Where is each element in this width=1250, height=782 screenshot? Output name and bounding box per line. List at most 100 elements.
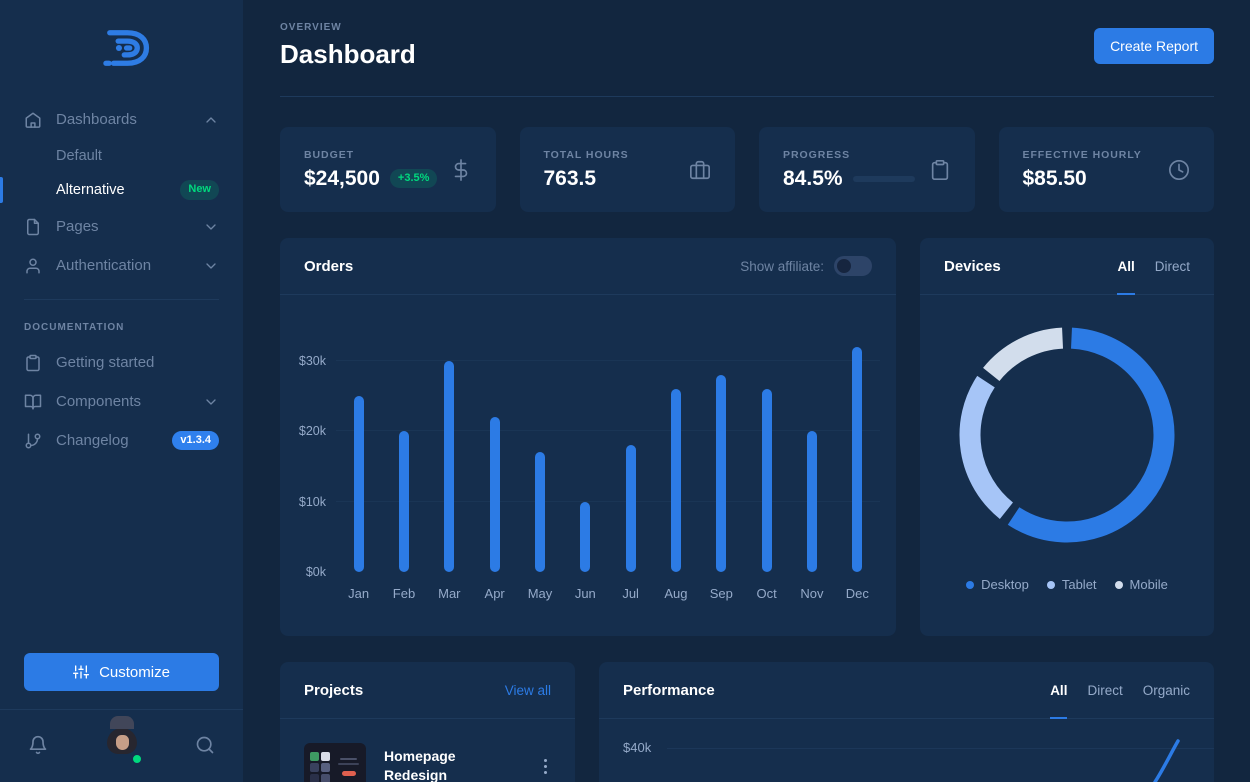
performance-card-title: Performance: [623, 682, 715, 699]
sidebar-item-pages[interactable]: Pages: [0, 207, 243, 246]
x-axis-tick-label: Mar: [427, 586, 472, 601]
x-axis-tick-label: Sep: [699, 586, 744, 601]
devices-tabs: All Direct: [1117, 238, 1190, 294]
sliders-icon: [73, 664, 89, 680]
app-logo[interactable]: [0, 22, 243, 100]
toggle-knob: [837, 259, 851, 273]
sidebar-item-components[interactable]: Components: [0, 382, 243, 421]
bar-jun: [563, 340, 608, 572]
customize-button[interactable]: Customize: [24, 653, 219, 691]
stat-content: BUDGET$24,500+3.5%: [304, 149, 437, 191]
bar-aug: [653, 340, 698, 572]
project-list-item[interactable]: Homepage Redesign: [280, 719, 575, 782]
legend-dot: [966, 581, 974, 589]
stat-label: BUDGET: [304, 149, 437, 161]
y-axis-tick-label: $10k: [299, 495, 326, 509]
main-content: OVERVIEW Dashboard Create Report BUDGET$…: [243, 0, 1250, 782]
online-status-dot: [131, 753, 143, 765]
legend-dot: [1047, 581, 1055, 589]
orders-card: Orders Show affiliate: $0k $10k $20k $30k J…: [280, 238, 896, 636]
sidebar-item-getting-started[interactable]: Getting started: [0, 343, 243, 382]
orders-card-title: Orders: [304, 258, 353, 275]
donut-segment-tablet: [955, 323, 1179, 547]
orders-chart-plot: [336, 340, 880, 572]
kebab-menu-icon[interactable]: [540, 755, 551, 778]
x-axis-tick-label: Nov: [789, 586, 834, 601]
affiliate-toggle[interactable]: [834, 256, 872, 276]
performance-y-tick: $40k: [623, 740, 651, 755]
devices-card: Devices AllDirect DesktopTabletMobile: [920, 238, 1214, 636]
view-all-link[interactable]: View all: [505, 683, 551, 698]
bar-jul: [608, 340, 653, 572]
bar-apr: [472, 340, 517, 572]
user-icon: [24, 257, 42, 275]
affiliate-toggle-label: Show affiliate:: [740, 259, 824, 274]
project-title: Homepage Redesign: [384, 747, 522, 782]
search-icon[interactable]: [195, 735, 215, 755]
legend-dot: [1115, 581, 1123, 589]
chevron-down-icon: [203, 394, 219, 410]
bar-mar: [427, 340, 472, 572]
page-title: Dashboard: [280, 39, 416, 70]
stat-value: 84.5%: [783, 167, 843, 191]
chevron-down-icon: [203, 258, 219, 274]
progress-bar: [853, 176, 915, 182]
legend-label: Mobile: [1130, 577, 1168, 592]
dashkit-logo-icon: [93, 26, 151, 70]
stat-card-effective-hourly: EFFECTIVE HOURLY$85.50: [999, 127, 1215, 212]
performance-tab-all[interactable]: All: [1050, 662, 1067, 718]
bar-series: [336, 340, 880, 572]
x-axis-tick-label: Jul: [608, 586, 653, 601]
x-axis-tick-label: Feb: [381, 586, 426, 601]
legend-item-tablet: Tablet: [1047, 577, 1097, 592]
stat-card-progress: PROGRESS84.5%: [759, 127, 975, 212]
x-axis-tick-label: May: [517, 586, 562, 601]
performance-tab-direct[interactable]: Direct: [1087, 662, 1122, 718]
sidebar-item-changelog[interactable]: Changelogv1.3.4: [0, 421, 243, 460]
performance-chart: $40k: [599, 719, 1214, 782]
x-axis-tick-label: Dec: [835, 586, 880, 601]
bar-feb: [381, 340, 426, 572]
bar-nov: [789, 340, 834, 572]
file-icon: [24, 218, 42, 236]
x-axis-tick-label: Oct: [744, 586, 789, 601]
header-divider: [280, 96, 1214, 97]
sidebar-item-dashboards[interactable]: Dashboards: [0, 100, 243, 139]
sidebar-footer: [0, 709, 243, 782]
sidebar-item-alternative[interactable]: AlternativeNew: [0, 173, 243, 207]
y-axis-tick-label: $30k: [299, 354, 326, 368]
sidebar-item-label: Authentication: [56, 257, 189, 274]
clipboard-icon: [929, 159, 951, 181]
bell-icon[interactable]: [28, 735, 48, 755]
chevron-up-icon: [203, 112, 219, 128]
sidebar-item-label: Default: [56, 148, 219, 164]
x-axis-tick-label: Jun: [563, 586, 608, 601]
orders-chart-x-axis: JanFebMarAprMayJunJulAugSepOctNovDec: [336, 586, 880, 601]
devices-tab-direct[interactable]: Direct: [1155, 238, 1190, 294]
performance-card: Performance All Direct Organic $40k: [599, 662, 1214, 782]
briefcase-icon: [689, 159, 711, 181]
orders-chart-y-axis: $0k$10k$20k$30k: [280, 340, 336, 572]
sidebar-item-authentication[interactable]: Authentication: [0, 246, 243, 285]
user-avatar[interactable]: [103, 726, 141, 764]
sidebar-item-label: Changelog: [56, 432, 158, 449]
sidebar-section-heading: DOCUMENTATION: [0, 314, 243, 343]
legend-label: Tablet: [1062, 577, 1097, 592]
y-axis-tick-label: $20k: [299, 424, 326, 438]
chevron-down-icon: [203, 219, 219, 235]
orders-card-header: Orders Show affiliate:: [280, 238, 896, 295]
sidebar-divider: [24, 299, 219, 300]
sidebar-item-default[interactable]: Default: [0, 139, 243, 173]
sidebar-item-label: Components: [56, 393, 189, 410]
y-axis-tick-label: $0k: [306, 565, 326, 579]
x-axis-tick-label: Aug: [653, 586, 698, 601]
performance-card-header: Performance All Direct Organic: [599, 662, 1214, 719]
sidebar-item-label: Dashboards: [56, 111, 189, 128]
stat-content: TOTAL HOURS763.5: [544, 149, 629, 191]
create-report-button[interactable]: Create Report: [1094, 28, 1214, 64]
devices-tab-all[interactable]: All: [1117, 238, 1134, 294]
devices-card-header: Devices AllDirect: [920, 238, 1214, 295]
stat-value: $24,500: [304, 167, 380, 191]
performance-tab-organic[interactable]: Organic: [1143, 662, 1190, 718]
affiliate-toggle-group: Show affiliate:: [740, 256, 872, 276]
